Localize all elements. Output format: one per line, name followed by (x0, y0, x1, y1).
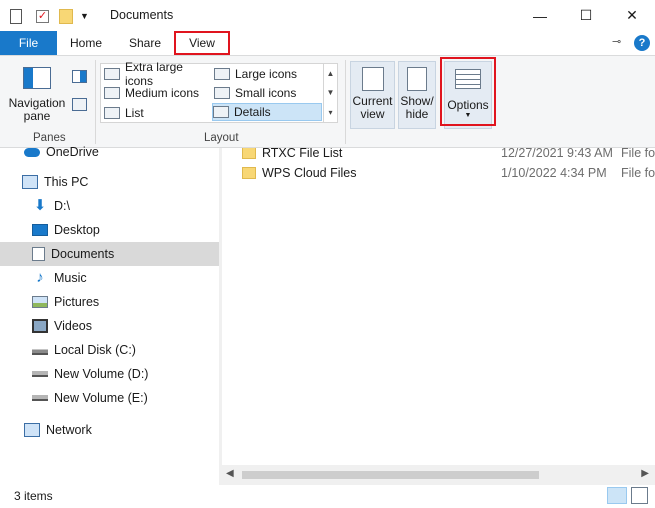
show-hide-icon (407, 67, 427, 91)
scroll-down-icon[interactable]: ▼ (327, 88, 335, 97)
folder-icon (242, 167, 256, 179)
layout-gallery-scroll[interactable]: ▲ ▼ ▾ (323, 64, 337, 122)
minimize-button[interactable]: — (517, 0, 563, 31)
large-icons-icon (214, 68, 230, 80)
file-type: File fo (621, 166, 655, 180)
file-date: 1/10/2022 4:34 PM (501, 166, 607, 180)
nav-item-network[interactable]: Network (0, 418, 219, 442)
show-hide-label: Show/ hide (400, 94, 434, 121)
nav-item-new-volume-d[interactable]: New Volume (D:) (0, 362, 219, 386)
windows-drive-icon (32, 345, 48, 355)
checkmark-icon[interactable]: ✓ (36, 9, 49, 23)
nav-item-pictures[interactable]: Pictures (0, 290, 219, 314)
file-type: File fo (621, 148, 655, 160)
nav-item-local-disk-c[interactable]: Local Disk (C:) (0, 338, 219, 362)
tab-share[interactable]: Share (122, 31, 168, 55)
download-arrow-icon: ⬇ (33, 197, 47, 214)
qat-dropdown-icon[interactable]: ▼ (80, 11, 89, 21)
medium-icons-icon (104, 87, 120, 99)
drive-icon (32, 371, 48, 377)
divider (95, 60, 96, 144)
nav-item-desktop[interactable]: Desktop (0, 218, 219, 242)
file-name: WPS Cloud Files (262, 166, 357, 180)
window-title: Documents (110, 8, 174, 22)
large-icons-view-icon[interactable] (631, 487, 648, 504)
small-icons-icon (214, 87, 230, 99)
title-bar: ✓ ▼ Documents — ☐ ✕ (0, 0, 655, 31)
this-pc-icon (22, 175, 38, 189)
network-icon (24, 423, 40, 437)
onedrive-icon (24, 147, 40, 157)
pane-splitter[interactable] (219, 148, 222, 485)
horizontal-scrollbar[interactable]: ◀ ▶ (222, 465, 655, 485)
music-icon: ♪ (36, 269, 44, 286)
layout-medium-icons[interactable]: Medium icons (104, 84, 214, 102)
tab-view[interactable]: View (174, 31, 230, 55)
pin-ribbon-icon[interactable]: ⊸ (612, 35, 621, 48)
tab-file[interactable]: File (0, 31, 57, 55)
file-date: 12/27/2021 9:43 AM (501, 148, 613, 160)
nav-item-documents[interactable]: Documents (0, 242, 219, 266)
options-highlight-box (440, 57, 496, 126)
file-row-wps[interactable]: WPS Cloud Files 1/10/2022 4:34 PM File f… (222, 163, 655, 183)
item-count: 3 items (14, 489, 53, 503)
ribbon-tabs: File Home Share View ⊸ ? (0, 31, 655, 55)
current-view-icon (361, 67, 384, 91)
expand-gallery-icon[interactable]: ▾ (328, 108, 332, 117)
navigation-pane: OneDrive This PC ⬇ D:\ Desktop Documents … (0, 145, 219, 485)
documents-icon (32, 247, 45, 261)
scroll-up-icon[interactable]: ▲ (327, 69, 335, 78)
layout-small-icons[interactable]: Small icons (214, 84, 322, 102)
scroll-right-icon[interactable]: ▶ (641, 468, 649, 479)
extra-large-icons-icon (104, 68, 120, 80)
current-view-button[interactable]: Current view (350, 61, 395, 129)
nav-item-new-volume-e[interactable]: New Volume (E:) (0, 386, 219, 410)
tab-home[interactable]: Home (63, 31, 109, 55)
folder-icon (242, 148, 256, 159)
help-icon[interactable]: ? (634, 35, 650, 51)
scroll-left-icon[interactable]: ◀ (226, 468, 234, 479)
layout-extra-large-icons[interactable]: Extra large icons (104, 60, 214, 88)
list-icon (104, 107, 120, 119)
maximize-button[interactable]: ☐ (563, 0, 609, 31)
pictures-icon (32, 296, 48, 308)
nav-item-onedrive[interactable]: OneDrive (0, 140, 219, 164)
properties-icon[interactable] (10, 8, 22, 24)
desktop-icon (32, 224, 48, 236)
details-pane-icon[interactable] (72, 98, 87, 111)
show-hide-button[interactable]: Show/ hide (398, 61, 436, 129)
divider (345, 60, 346, 144)
scroll-thumb[interactable] (242, 471, 539, 479)
close-button[interactable]: ✕ (609, 0, 655, 31)
file-row-rtxc[interactable]: RTXC File List 12/27/2021 9:43 AM File f… (222, 148, 655, 163)
drive-icon (32, 395, 48, 401)
layout-details[interactable]: Details (212, 103, 322, 121)
file-name: RTXC File List (262, 148, 343, 160)
layout-large-icons[interactable]: Large icons (214, 65, 322, 83)
layout-gallery: Extra large icons Large icons Medium ico… (100, 60, 338, 123)
nav-item-music[interactable]: ♪ Music (0, 266, 219, 290)
quick-access-toolbar: ✓ ▼ (10, 6, 89, 26)
details-icon (213, 106, 229, 118)
ribbon-panel: Navigation pane Panes Extra large icons … (0, 55, 655, 148)
nav-item-videos[interactable]: Videos (0, 314, 219, 338)
preview-pane-icon[interactable] (72, 70, 87, 83)
navigation-pane-button[interactable]: Navigation pane (6, 63, 68, 125)
status-bar: 3 items (0, 485, 655, 508)
details-view-icon[interactable] (607, 487, 627, 504)
file-list: RTXC File List 12/27/2021 9:43 AM File f… (222, 148, 655, 465)
new-folder-icon[interactable] (59, 8, 73, 24)
nav-item-d-drive[interactable]: ⬇ D:\ (0, 194, 219, 218)
current-view-label: Current view (352, 94, 393, 121)
nav-item-this-pc[interactable]: This PC (0, 170, 219, 194)
navigation-pane-label: Navigation pane (8, 96, 66, 123)
layout-list[interactable]: List (104, 104, 214, 122)
videos-icon (32, 319, 48, 333)
navigation-pane-icon (23, 67, 51, 89)
